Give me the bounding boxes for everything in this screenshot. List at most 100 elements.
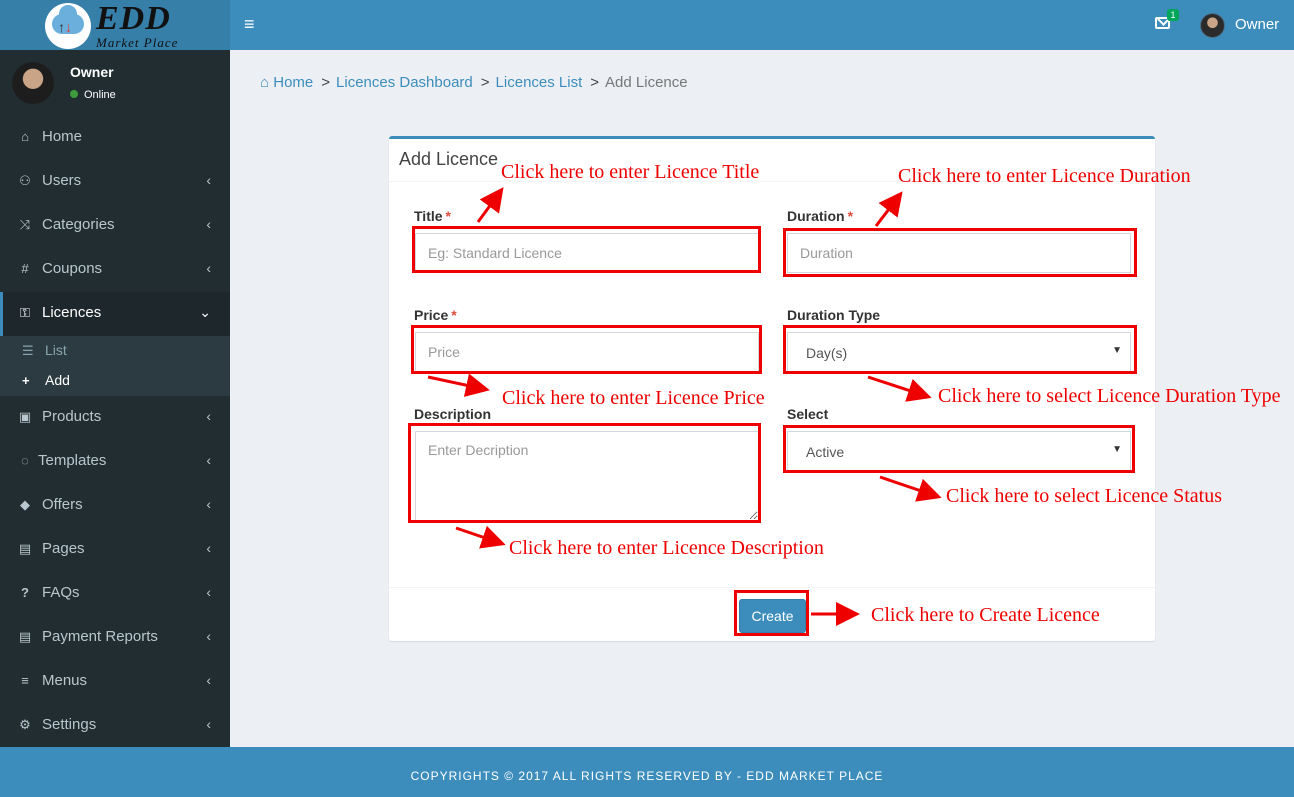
sidebar-item-label: Settings bbox=[42, 716, 97, 733]
sidebar-item-categories[interactable]: ⤨ Categories ‹ bbox=[0, 204, 230, 248]
chevron-left-icon: ‹ bbox=[206, 584, 211, 600]
chevron-down-icon: ⌄ bbox=[199, 304, 211, 320]
chevron-left-icon: ‹ bbox=[206, 216, 211, 232]
chevron-left-icon: ‹ bbox=[206, 716, 211, 732]
duration-label-text: Duration bbox=[787, 208, 845, 224]
shopping-bag-icon: ▣ bbox=[18, 409, 32, 424]
brand-logo[interactable]: ↑↓ EDD Market Place bbox=[0, 0, 230, 50]
sidebar-item-label: Pages bbox=[42, 540, 85, 557]
breadcrumb-separator: > bbox=[590, 74, 600, 91]
chevron-left-icon: ‹ bbox=[206, 540, 211, 556]
hashtag-icon: # bbox=[21, 261, 29, 276]
status-select[interactable]: Active ▼ bbox=[787, 431, 1131, 471]
home-icon: ⌂ bbox=[260, 74, 270, 91]
sidebar-item-settings[interactable]: ⚙ Settings ‹ bbox=[0, 704, 230, 748]
footer-copyright: COPYRIGHTS © 2017 ALL RIGHTS RESERVED BY… bbox=[410, 769, 884, 783]
user-status: Online bbox=[70, 89, 116, 101]
sidebar-item-users[interactable]: ⚇ Users ‹ bbox=[0, 160, 230, 204]
sidebar-subitem-list[interactable]: ☰ List bbox=[0, 336, 230, 366]
status-select-label: Select bbox=[787, 406, 829, 422]
chevron-left-icon: ‹ bbox=[206, 496, 211, 512]
chevron-left-icon: ‹ bbox=[206, 452, 211, 468]
breadcrumb-separator: > bbox=[480, 74, 490, 91]
sidebar-item-label: Licences bbox=[42, 304, 102, 321]
bars-icon: ≡ bbox=[21, 673, 29, 688]
plus-icon: + bbox=[22, 373, 30, 388]
duration-annotation: Click here to enter Licence Duration bbox=[898, 165, 1191, 187]
description-label: Description bbox=[414, 406, 492, 422]
licences-submenu: ☰ List + Add bbox=[0, 336, 230, 396]
sidebar-item-coupons[interactable]: # Coupons ‹ bbox=[0, 248, 230, 292]
avatar[interactable] bbox=[1200, 13, 1225, 38]
avatar bbox=[12, 62, 54, 104]
random-icon: ⤨ bbox=[19, 217, 31, 232]
breadcrumb-current: Add Licence bbox=[605, 74, 688, 91]
chevron-left-icon: ‹ bbox=[206, 260, 211, 276]
chevron-left-icon: ‹ bbox=[206, 172, 211, 188]
description-textarea[interactable] bbox=[415, 431, 759, 521]
title-input[interactable] bbox=[415, 233, 759, 273]
price-input[interactable] bbox=[415, 332, 759, 372]
brand-subtitle: Market Place bbox=[96, 35, 179, 50]
required-mark: * bbox=[847, 208, 854, 224]
tags-icon: ◆ bbox=[20, 497, 30, 512]
breadcrumb-licences-dashboard[interactable]: Licences Dashboard bbox=[336, 74, 473, 91]
chevron-left-icon: ‹ bbox=[206, 408, 211, 424]
online-dot-icon bbox=[70, 90, 78, 98]
sidebar-subitem-add[interactable]: + Add bbox=[0, 366, 230, 396]
caret-down-icon: ▼ bbox=[1112, 444, 1122, 455]
cloud-logo-icon: ↑↓ bbox=[45, 3, 91, 49]
title-label-text: Title bbox=[414, 208, 443, 224]
sidebar-item-licences[interactable]: ⚿ Licences ⌄ bbox=[0, 292, 230, 336]
duration-type-select[interactable]: Day(s) ▼ bbox=[787, 332, 1131, 372]
sidebar-item-offers[interactable]: ◆ Offers ‹ bbox=[0, 484, 230, 528]
sidebar-item-faqs[interactable]: ? FAQs ‹ bbox=[0, 572, 230, 616]
sidebar-item-templates[interactable]: ◌ Templates ‹ bbox=[0, 440, 230, 484]
breadcrumb-licences-list[interactable]: Licences List bbox=[496, 74, 583, 91]
sidebar-item-label: Coupons bbox=[42, 260, 103, 277]
sidebar-item-label: Users bbox=[42, 172, 82, 189]
sidebar-item-label: Products bbox=[42, 408, 102, 425]
sidebar-item-pages[interactable]: ▤ Pages ‹ bbox=[0, 528, 230, 572]
status-annotation: Click here to select Licence Status bbox=[946, 485, 1223, 507]
required-mark: * bbox=[445, 208, 451, 224]
duration-input[interactable] bbox=[787, 233, 1131, 273]
sidebar-item-label: Home bbox=[42, 128, 83, 145]
breadcrumb-home[interactable]: ⌂ Home bbox=[260, 74, 313, 91]
user-status-label: Online bbox=[84, 89, 116, 101]
sidebar-toggle-icon[interactable]: ≡ bbox=[244, 15, 255, 33]
sidebar-item-products[interactable]: ▣ Products ‹ bbox=[0, 396, 230, 440]
list-icon: ☰ bbox=[22, 343, 34, 358]
breadcrumb: ⌂ Home > Licences Dashboard > Licences List >… bbox=[260, 74, 688, 91]
user-panel: Owner Online bbox=[0, 50, 230, 116]
sidebar-item-menus[interactable]: ≡ Menus ‹ bbox=[0, 660, 230, 704]
top-navbar: ≡ 1 Owner bbox=[230, 0, 1294, 50]
sidebar-item-label: Templates bbox=[38, 452, 107, 469]
gear-icon: ⚙ bbox=[19, 717, 31, 732]
page-title: Add Licence bbox=[399, 149, 499, 169]
mail-count-badge: 1 bbox=[1167, 9, 1179, 21]
file-text-icon: ▤ bbox=[18, 629, 32, 644]
sidebar-item-payment-reports[interactable]: ▤ Payment Reports ‹ bbox=[0, 616, 230, 660]
required-mark: * bbox=[451, 307, 457, 323]
breadcrumb-home-label: Home bbox=[273, 74, 314, 91]
description-annotation: Click here to enter Licence Description bbox=[509, 537, 824, 559]
sidebar-user-name: Owner bbox=[70, 64, 114, 80]
file-icon: ▤ bbox=[18, 541, 32, 556]
chevron-left-icon: ‹ bbox=[206, 672, 211, 688]
footer: COPYRIGHTS © 2017 ALL RIGHTS RESERVED BY… bbox=[0, 747, 1294, 797]
users-icon: ⚇ bbox=[19, 173, 31, 188]
brand-title: EDD bbox=[96, 0, 171, 37]
sidebar-item-home[interactable]: ⌂ Home bbox=[0, 116, 230, 160]
sidebar-item-label: Categories bbox=[42, 216, 115, 233]
title-label: Title * bbox=[414, 208, 451, 224]
create-button[interactable]: Create bbox=[739, 599, 806, 633]
question-icon: ? bbox=[21, 585, 29, 600]
divider bbox=[389, 587, 1155, 588]
breadcrumb-separator: > bbox=[321, 74, 331, 91]
sidebar-item-label: Offers bbox=[42, 496, 83, 513]
price-label: Price * bbox=[414, 307, 457, 323]
header-user-name[interactable]: Owner bbox=[1235, 16, 1279, 33]
caret-down-icon: ▼ bbox=[1112, 345, 1122, 356]
sidebar-item-label: Payment Reports bbox=[42, 628, 158, 645]
